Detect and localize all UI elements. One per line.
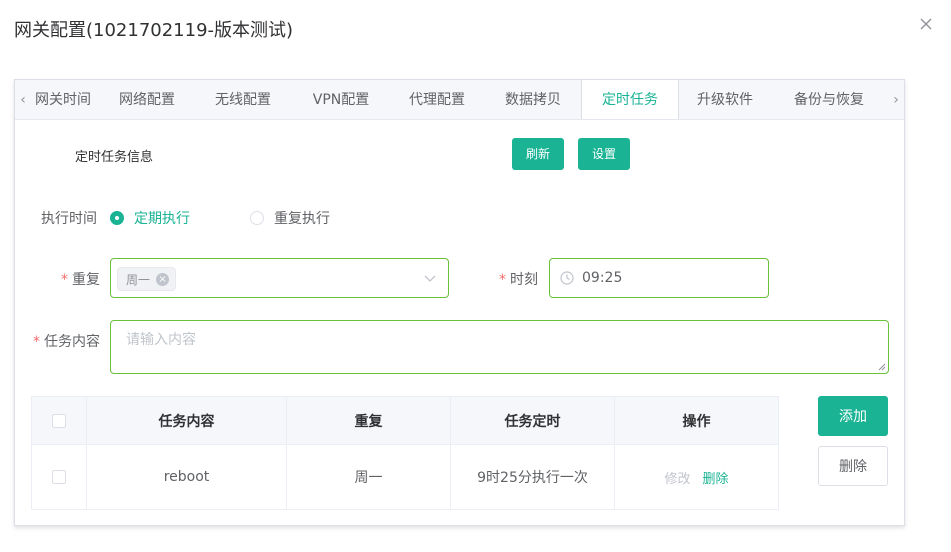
tab-scheduled-tasks[interactable]: 定时任务 [581,80,679,119]
content-label: * 任务内容 [33,334,100,350]
select-all-checkbox[interactable] [52,413,66,428]
tab-proxy-config[interactable]: 代理配置 [395,80,479,119]
exec-time-label: 执行时间 [41,211,97,227]
tab-network-config[interactable]: 网络配置 [107,80,187,119]
time-input[interactable]: 09:25 [549,258,769,298]
tab-wireless-config[interactable]: 无线配置 [203,80,283,119]
time-label: * 时刻 [499,272,538,288]
tab-data-copy[interactable]: 数据拷贝 [491,80,575,119]
tab-scroll-left-icon[interactable]: ‹ [15,80,31,119]
header-content: 任务内容 [87,397,287,444]
settings-button[interactable]: 设置 [578,138,631,170]
radio-dot-icon [250,211,264,225]
radio-periodic[interactable]: 定期执行 [110,208,190,228]
section-title: 定时任务信息 [75,150,154,165]
content-textarea[interactable]: 请输入内容 [110,320,889,374]
config-panel: ‹ 网关时间 网络配置 无线配置 VPN配置 代理配置 数据拷贝 定时任务 升级… [14,79,905,526]
tag-close-icon[interactable]: × [156,272,170,286]
tab-vpn-config[interactable]: VPN配置 [299,80,383,119]
row-content: reboot [87,445,287,509]
header-schedule: 任务定时 [451,397,615,444]
row-repeat: 周一 [287,445,451,509]
radio-periodic-label: 定期执行 [134,211,190,227]
tab-scroll-right-icon[interactable]: › [888,80,904,119]
header-actions: 操作 [682,413,711,430]
edit-link[interactable]: 修改 [664,468,690,487]
time-value: 09:25 [582,270,623,286]
clock-icon [560,271,574,285]
close-icon[interactable] [916,14,936,34]
header-checkbox-cell [32,397,87,444]
radio-dot-icon [110,211,124,225]
row-actions: 修改 删除 [615,445,778,509]
add-button[interactable]: 添加 [818,396,888,436]
repeat-tag-label: 周一 [126,272,151,287]
table-header: 任务内容 重复 任务定时 操作 [32,397,778,445]
task-table: 任务内容 重复 任务定时 操作 reboot 周一 9时25分执行一次 修改 删… [31,396,779,510]
tab-upgrade-software[interactable]: 升级软件 [683,80,767,119]
content-placeholder: 请输入内容 [126,332,196,348]
row-checkbox-cell [32,445,87,509]
repeat-label: * 重复 [61,272,100,288]
resize-grip-icon[interactable] [878,363,886,371]
chevron-down-icon [424,275,436,282]
table-row: reboot 周一 9时25分执行一次 修改 删除 [32,445,778,509]
radio-repeat-label: 重复执行 [274,211,330,227]
tab-gateway-time[interactable]: 网关时间 [33,80,93,119]
delete-button[interactable]: 删除 [818,446,888,486]
tab-bar: ‹ 网关时间 网络配置 无线配置 VPN配置 代理配置 数据拷贝 定时任务 升级… [15,80,904,120]
tab-backup-restore[interactable]: 备份与恢复 [779,80,879,119]
repeat-tag: 周一 × [117,267,177,291]
dialog-title: 网关配置(1021702119-版本测试) [14,20,294,41]
radio-repeat[interactable]: 重复执行 [250,208,330,228]
delete-link[interactable]: 删除 [703,468,729,487]
repeat-select[interactable]: 周一 × [110,258,449,298]
refresh-button[interactable]: 刷新 [512,138,565,170]
header-repeat: 重复 [287,397,451,444]
row-schedule: 9时25分执行一次 [451,445,615,509]
row-checkbox[interactable] [52,470,66,484]
